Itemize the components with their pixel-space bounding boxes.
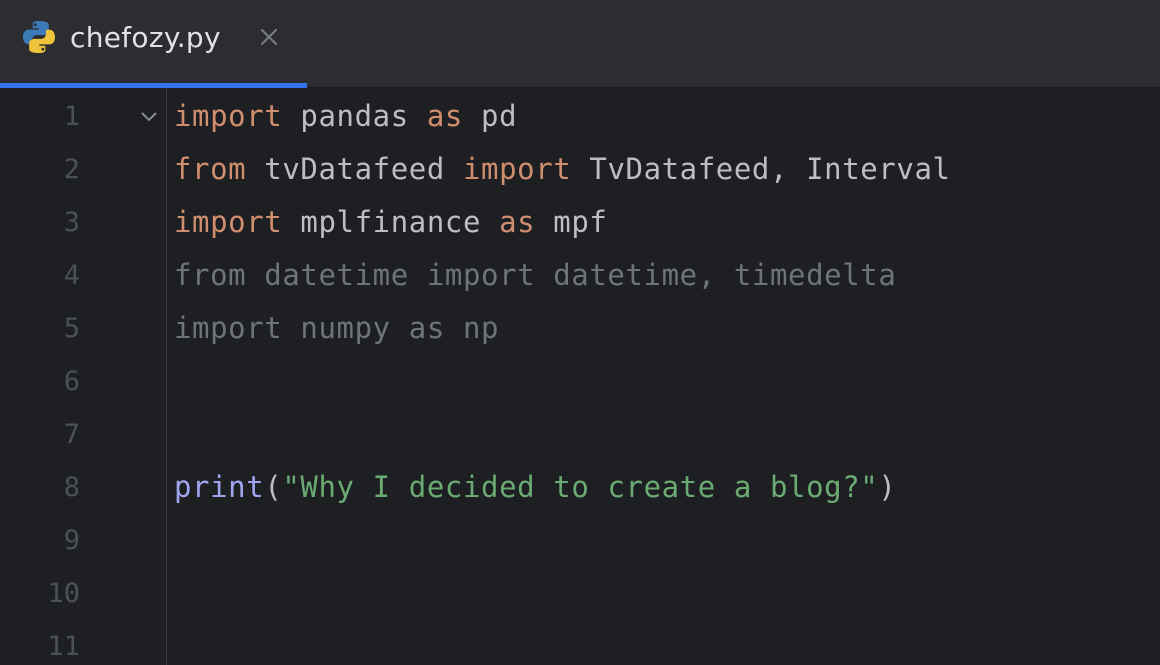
code-token-kw: import: [174, 99, 283, 133]
code-token-kw: import: [174, 205, 283, 239]
code-token-kw: as: [426, 99, 463, 133]
code-token-str: "Why I decided to create a blog?": [282, 470, 879, 504]
line-number: 4: [63, 260, 80, 291]
code-token-dim: import numpy as np: [174, 311, 500, 345]
code-line[interactable]: 9: [0, 514, 1160, 567]
code-token-kw: as: [499, 205, 536, 239]
code-line[interactable]: 10: [0, 567, 1160, 620]
code-line[interactable]: 3 import mplfinance as mpf: [0, 196, 1160, 249]
python-icon: [23, 21, 55, 53]
code-token-txt: tvDatafeed: [246, 152, 463, 186]
code-token-txt: ): [878, 470, 897, 504]
editor-tab-bar: chefozy.py: [0, 0, 1160, 88]
code-token-fn: print: [174, 470, 265, 504]
code-line[interactable]: 6: [0, 355, 1160, 408]
close-tab-button[interactable]: [254, 20, 284, 54]
code-line[interactable]: 2 from tvDatafeed import TvDatafeed, Inte…: [0, 143, 1160, 196]
code-token-txt: mplfinance: [282, 205, 500, 239]
code-text: from datetime import datetime, timedelta: [174, 249, 896, 302]
code-text: import numpy as np: [174, 302, 499, 355]
code-line[interactable]: 4 from datetime import datetime, timedelt…: [0, 249, 1160, 302]
code-line[interactable]: 8 print("Why I decided to create a blog?"…: [0, 461, 1160, 514]
line-number: 8: [63, 472, 80, 503]
code-text: print("Why I decided to create a blog?"): [174, 461, 896, 514]
code-text: import pandas as pd: [174, 90, 517, 143]
code-token-txt: (: [264, 470, 283, 504]
code-token-dim: from datetime import datetime, timedelta: [174, 258, 897, 292]
code-editor[interactable]: 1 import pandas as pd 2 from tvDatafeed imp…: [0, 88, 1160, 665]
line-number: 7: [63, 419, 80, 450]
code-token-kw: from: [174, 152, 247, 186]
file-tab[interactable]: chefozy.py: [0, 0, 307, 88]
code-token-txt: pd: [462, 99, 518, 133]
fold-chevron-icon[interactable]: [138, 107, 160, 127]
code-token-kw: import: [462, 152, 572, 186]
tab-filename: chefozy.py: [70, 21, 221, 54]
code-token-txt: TvDatafeed, Interval: [571, 152, 951, 186]
line-number: 10: [47, 578, 80, 609]
code-line[interactable]: 5 import numpy as np: [0, 302, 1160, 355]
code-text: import mplfinance as mpf: [174, 196, 607, 249]
code-token-txt: mpf: [535, 205, 608, 239]
code-line[interactable]: 7: [0, 408, 1160, 461]
code-text: from tvDatafeed import TvDatafeed, Inter…: [174, 143, 951, 196]
code-token-txt: pandas: [282, 99, 427, 133]
line-number: 5: [63, 313, 80, 344]
line-number: 3: [63, 207, 80, 238]
code-line[interactable]: 1 import pandas as pd: [0, 90, 1160, 143]
close-icon: [261, 29, 277, 45]
code-line[interactable]: 11: [0, 620, 1160, 665]
line-number: 9: [63, 525, 80, 556]
line-number: 6: [63, 366, 80, 397]
line-number: 11: [47, 631, 80, 662]
line-number: 2: [63, 154, 80, 185]
line-number: 1: [63, 101, 80, 132]
